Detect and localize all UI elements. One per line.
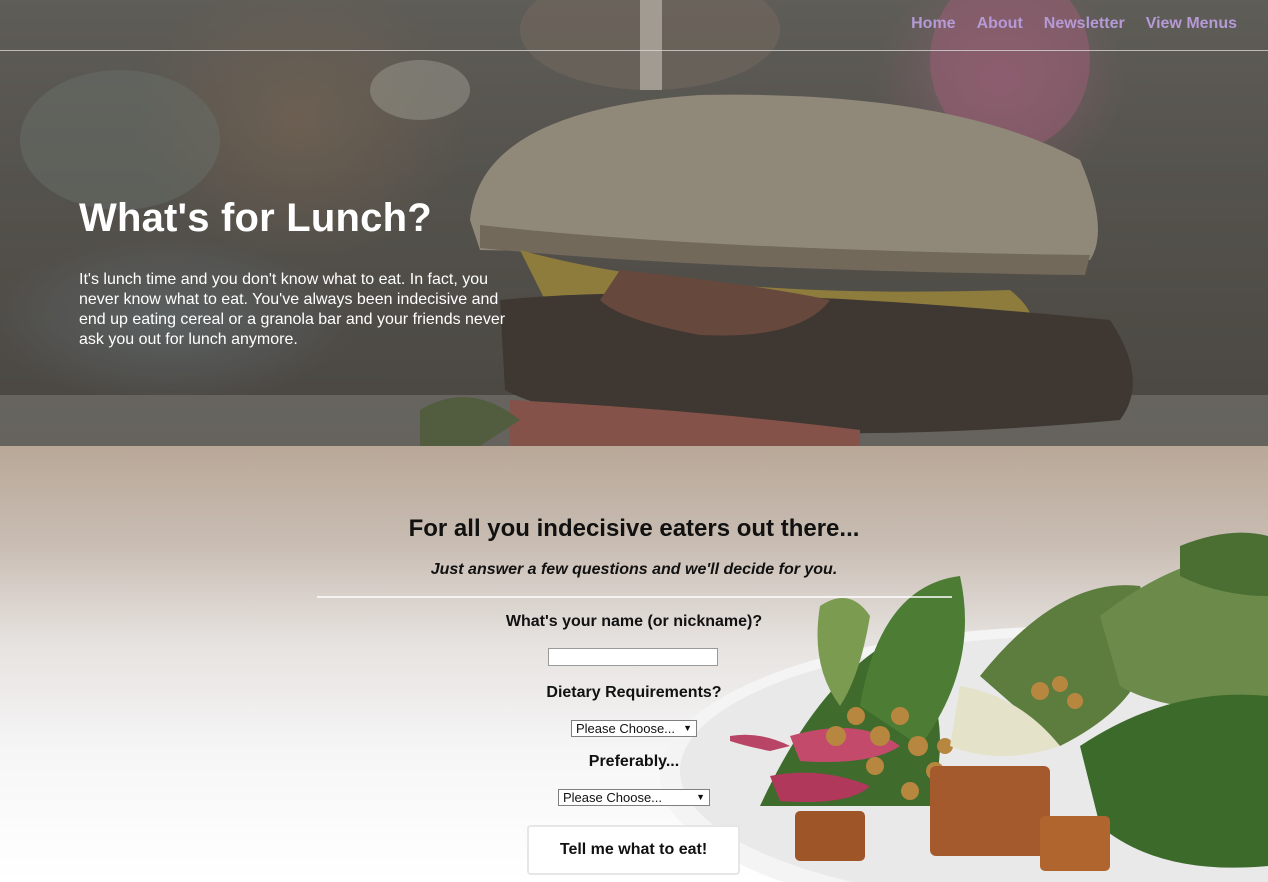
dropdown-arrow-icon: ▼ — [696, 792, 705, 802]
nav-item-view-menus: View Menus — [1146, 15, 1237, 33]
nav-item-home: Home — [911, 15, 955, 33]
quiz-heading: For all you indecisive eaters out there.… — [408, 515, 860, 542]
hero-section: Home About Newsletter View Menus What's … — [0, 0, 1268, 446]
name-input[interactable] — [548, 648, 718, 666]
preference-select-value: Please Choose... — [563, 790, 663, 805]
preference-question-label: Preferably... — [588, 753, 680, 770]
name-question-label: What's your name (or nickname)? — [505, 613, 763, 630]
top-navigation: Home About Newsletter View Menus — [0, 0, 1268, 51]
hero-description: It's lunch time and you don't know what … — [79, 271, 506, 348]
nav-link-home[interactable]: Home — [911, 15, 955, 32]
dietary-select-value: Please Choose... — [576, 721, 676, 736]
submit-button[interactable]: Tell me what to eat! — [527, 825, 740, 875]
nav-item-newsletter: Newsletter — [1044, 15, 1125, 33]
divider — [317, 596, 952, 598]
preference-select[interactable]: Please Choose... ▼ — [558, 789, 710, 806]
nav-link-about[interactable]: About — [977, 15, 1023, 32]
quiz-section: For all you indecisive eaters out there.… — [0, 446, 1268, 882]
nav-link-newsletter[interactable]: Newsletter — [1044, 15, 1125, 32]
nav-list: Home About Newsletter View Menus — [911, 15, 1237, 33]
hero-title: What's for Lunch? — [79, 196, 432, 240]
nav-item-about: About — [977, 15, 1023, 33]
quiz-subheading: Just answer a few questions and we'll de… — [430, 561, 838, 578]
dropdown-arrow-icon: ▼ — [683, 723, 692, 733]
nav-link-view-menus[interactable]: View Menus — [1146, 15, 1237, 32]
page: Home About Newsletter View Menus What's … — [0, 0, 1268, 882]
dietary-requirements-select[interactable]: Please Choose... ▼ — [571, 720, 697, 737]
diet-question-label: Dietary Requirements? — [546, 684, 722, 701]
